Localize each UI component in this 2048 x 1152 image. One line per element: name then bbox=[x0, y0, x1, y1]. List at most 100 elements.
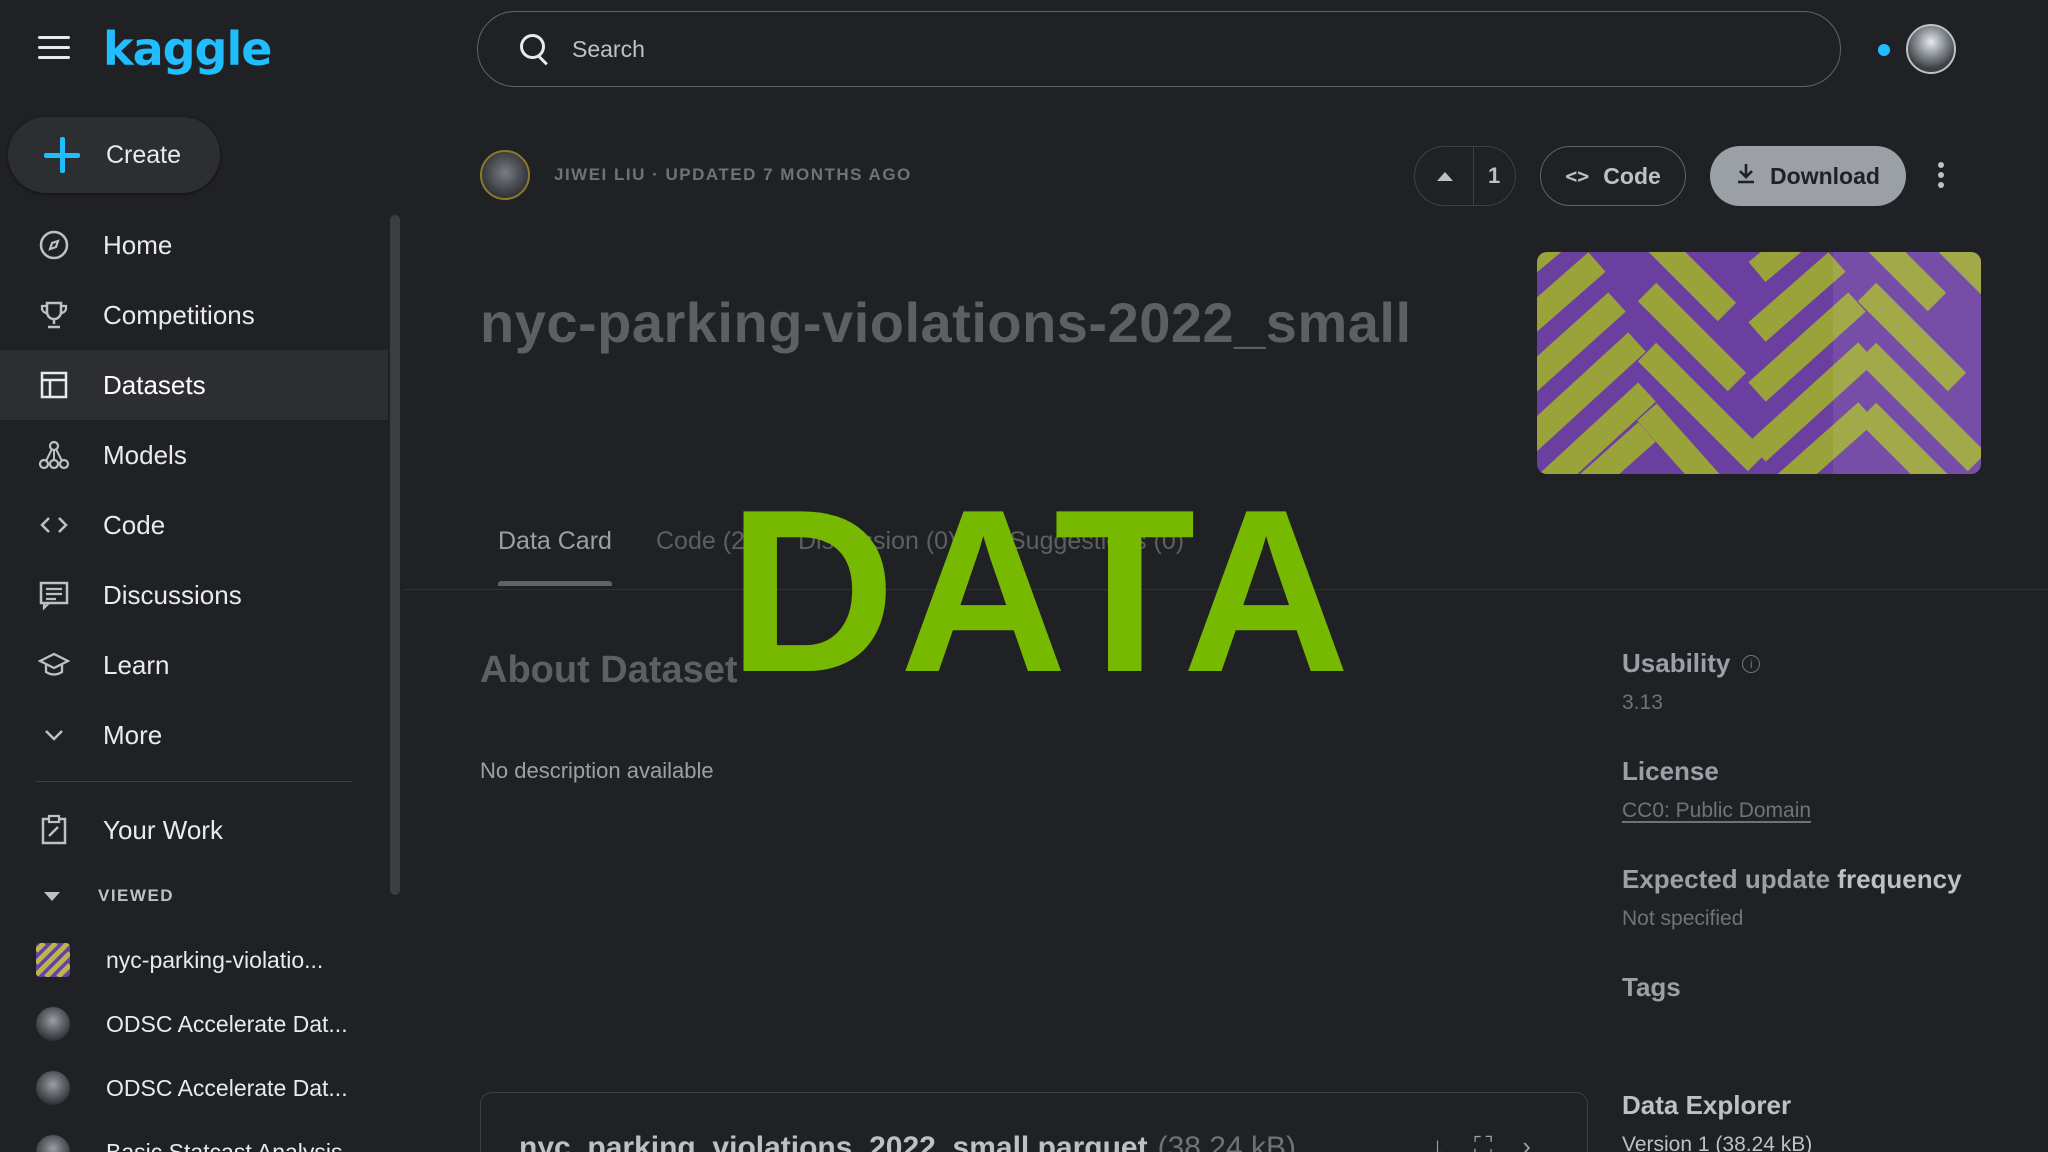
user-avatar bbox=[36, 1007, 70, 1041]
user-avatar-button[interactable] bbox=[1906, 24, 1956, 74]
owner-row: JIWEI LIU · UPDATED 7 MONTHS AGO bbox=[480, 150, 912, 200]
sidebar-divider bbox=[36, 781, 352, 782]
update-frequency-label-a: Expected update bbox=[1622, 864, 1831, 894]
create-label: Create bbox=[106, 140, 182, 169]
sidebar-item-code[interactable]: Code bbox=[0, 490, 388, 560]
search-icon bbox=[520, 34, 550, 64]
info-icon[interactable]: i bbox=[1742, 654, 1761, 673]
dataset-banner-image bbox=[1537, 252, 1981, 474]
tab-data-card[interactable]: Data Card bbox=[498, 496, 612, 586]
sidebar: kaggle Create Home Competitions Datasets bbox=[0, 0, 400, 1152]
license-link[interactable]: CC0: Public Domain bbox=[1622, 799, 2022, 823]
owner-avatar[interactable] bbox=[480, 150, 530, 200]
sidebar-item-label: Code bbox=[103, 509, 166, 540]
more-options-icon[interactable] bbox=[1936, 162, 1946, 192]
code-icon bbox=[37, 508, 71, 542]
update-frequency-value: Not specified bbox=[1622, 907, 1744, 930]
data-explorer-label: Data Explorer bbox=[1622, 1090, 1792, 1120]
download-icon bbox=[1736, 162, 1756, 190]
models-icon bbox=[37, 438, 71, 472]
dataset-title: nyc-parking-violations-2022_small bbox=[480, 291, 1412, 354]
file-size: (38.24 kB) bbox=[1157, 1131, 1297, 1152]
sidebar-item-label: Datasets bbox=[103, 369, 206, 400]
dataset-description: No description available bbox=[480, 758, 714, 783]
sidebar-item-models[interactable]: Models bbox=[0, 420, 388, 490]
usability-value: 3.13 bbox=[1622, 691, 1663, 714]
upvote-button[interactable]: 1 bbox=[1414, 146, 1516, 206]
data-explorer-block: Data Explorer Version 1 (38.24 kB) bbox=[1622, 1090, 2022, 1152]
caret-down-icon bbox=[44, 891, 60, 901]
chevron-down-icon bbox=[37, 718, 71, 752]
caret-up-icon bbox=[1437, 171, 1453, 181]
user-avatar bbox=[36, 1071, 70, 1105]
fullscreen-icon[interactable]: ⛶ bbox=[1474, 1131, 1492, 1152]
sidebar-item-label: Home bbox=[103, 229, 173, 260]
license-block: License CC0: Public Domain bbox=[1622, 756, 2022, 823]
sidebar-item-label: Discussions bbox=[103, 579, 242, 610]
vote-count: 1 bbox=[1488, 163, 1501, 188]
file-name: nyc_parking_violations_2022_small.parque… bbox=[519, 1131, 1148, 1152]
recent-item-label: ODSC Accelerate Dat... bbox=[106, 1074, 348, 1101]
code-button-label: Code bbox=[1603, 162, 1661, 189]
chevron-right-icon[interactable]: › bbox=[1522, 1131, 1531, 1152]
viewed-label: VIEWED bbox=[98, 886, 175, 905]
sidebar-item-discussions[interactable]: Discussions bbox=[0, 560, 388, 630]
recent-list: nyc-parking-violatio... ODSC Accelerate … bbox=[0, 928, 388, 1152]
search-bar[interactable] bbox=[477, 11, 1841, 87]
usability-label-row: Usability i bbox=[1622, 648, 2022, 679]
download-file-icon[interactable]: ↓ bbox=[1431, 1131, 1444, 1152]
discussions-icon bbox=[37, 578, 71, 612]
code-icon: <> bbox=[1565, 164, 1590, 188]
sidebar-item-learn[interactable]: Learn bbox=[0, 630, 388, 700]
sidebar-item-home[interactable]: Home bbox=[0, 210, 388, 280]
recent-item[interactable]: nyc-parking-violatio... bbox=[0, 928, 388, 992]
plus-icon bbox=[42, 135, 82, 175]
download-button[interactable]: Download bbox=[1710, 146, 1906, 206]
user-avatar bbox=[36, 1135, 70, 1152]
tags-block: Tags bbox=[1622, 972, 2022, 1003]
data-overlay-text: DATA bbox=[728, 462, 1354, 721]
download-button-label: Download bbox=[1770, 162, 1880, 189]
recent-item-label: Basic Statcast Analysis... bbox=[106, 1138, 362, 1152]
viewed-section-header[interactable]: VIEWED bbox=[0, 880, 174, 912]
sidebar-item-more[interactable]: More bbox=[0, 700, 388, 770]
vote-separator bbox=[1473, 146, 1474, 206]
update-frequency-label-b: frequency bbox=[1837, 864, 1962, 894]
sidebar-item-label: Models bbox=[103, 439, 187, 470]
clipboard-icon bbox=[37, 813, 71, 847]
update-frequency-label: Expected update frequency bbox=[1622, 864, 2022, 895]
owner-updated-text: JIWEI LIU · UPDATED 7 MONTHS AGO bbox=[554, 165, 912, 184]
compass-icon bbox=[37, 228, 71, 262]
graduation-cap-icon bbox=[37, 648, 71, 682]
recent-item[interactable]: ODSC Accelerate Dat... bbox=[0, 992, 388, 1056]
update-frequency-block: Expected update frequency Not specified bbox=[1622, 864, 2022, 931]
recent-item-label: nyc-parking-violatio... bbox=[106, 946, 324, 973]
file-name-row: nyc_parking_violations_2022_small.parque… bbox=[519, 1131, 1296, 1152]
recent-item[interactable]: ODSC Accelerate Dat... bbox=[0, 1056, 388, 1120]
recent-item[interactable]: Basic Statcast Analysis... bbox=[0, 1120, 388, 1152]
code-button[interactable]: <> Code bbox=[1540, 146, 1686, 206]
sidebar-item-label: Learn bbox=[103, 649, 170, 680]
usability-label: Usability bbox=[1622, 648, 1731, 678]
dataset-thumbnail bbox=[36, 943, 70, 977]
sidebar-item-datasets[interactable]: Datasets bbox=[0, 350, 388, 420]
usability-block: Usability i 3.13 bbox=[1622, 648, 2022, 715]
your-work-label: Your Work bbox=[103, 814, 223, 845]
trophy-icon bbox=[37, 298, 71, 332]
create-button[interactable]: Create bbox=[8, 117, 220, 193]
kaggle-logo[interactable]: kaggle bbox=[103, 22, 272, 76]
notification-dot bbox=[1878, 44, 1890, 56]
sidebar-item-label: More bbox=[103, 719, 163, 750]
file-preview-card: nyc_parking_violations_2022_small.parque… bbox=[480, 1092, 1588, 1152]
sidebar-item-your-work[interactable]: Your Work bbox=[0, 795, 388, 865]
sidebar-scrollbar[interactable] bbox=[390, 215, 400, 895]
about-dataset-heading: About Dataset bbox=[480, 649, 738, 691]
search-input[interactable] bbox=[572, 35, 1772, 63]
sidebar-item-competitions[interactable]: Competitions bbox=[0, 280, 388, 350]
file-actions: ↓ ⛶ › bbox=[1431, 1131, 1531, 1152]
table-icon bbox=[37, 368, 71, 402]
license-label: License bbox=[1622, 756, 1719, 786]
sidebar-item-label: Competitions bbox=[103, 299, 255, 330]
data-explorer-version[interactable]: Version 1 (38.24 kB) bbox=[1622, 1133, 2022, 1152]
menu-icon[interactable] bbox=[38, 36, 70, 60]
